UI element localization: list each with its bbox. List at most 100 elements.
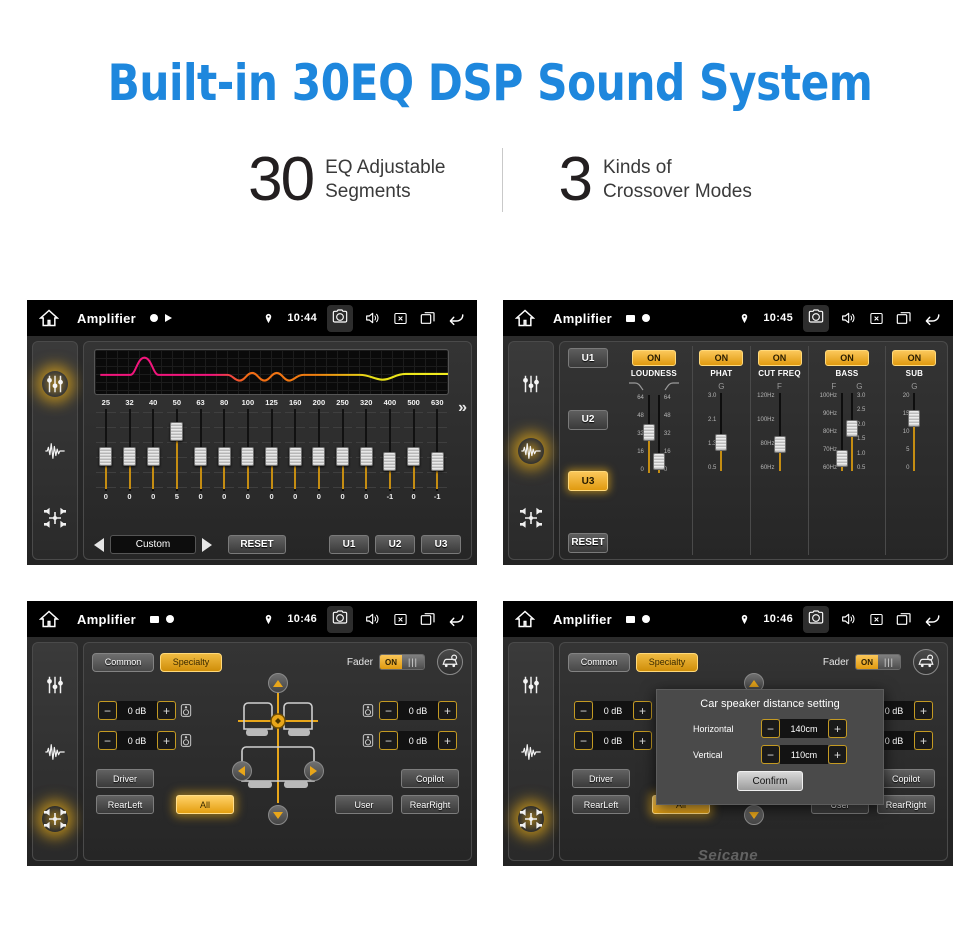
position-button-copilot[interactable]: Copilot — [877, 769, 935, 788]
car-settings-button[interactable] — [913, 649, 939, 675]
eq-slider-track[interactable] — [283, 409, 307, 491]
gain-decrease-rear-right[interactable]: − — [379, 731, 398, 750]
rail-waveform-icon[interactable] — [42, 739, 68, 765]
eq-slider[interactable]: 0 — [354, 409, 378, 505]
preset-button-u3[interactable]: U3 — [421, 535, 461, 554]
eq-slider-track[interactable] — [118, 409, 142, 491]
eq-slider-track[interactable] — [165, 409, 189, 491]
eq-slider[interactable]: 0 — [260, 409, 284, 505]
eq-slider-knob[interactable] — [146, 447, 160, 466]
eq-slider[interactable]: 0 — [236, 409, 260, 505]
eq-slider-track[interactable] — [402, 409, 426, 491]
eq-slider-knob[interactable] — [430, 452, 444, 471]
volume-icon[interactable] — [363, 309, 381, 327]
fader-toggle[interactable]: ON ||| — [379, 654, 425, 670]
dialog-confirm-button[interactable]: Confirm — [737, 771, 803, 791]
car-seat-diagram[interactable] — [234, 687, 322, 807]
eq-slider-knob[interactable] — [217, 447, 231, 466]
nav-left-button[interactable] — [231, 761, 252, 781]
preset-button-u1[interactable]: U1 — [329, 535, 369, 554]
eq-slider-knob[interactable] — [99, 447, 113, 466]
seat-diagram-wrapper[interactable] — [234, 687, 322, 807]
gain-decrease-rear-left[interactable]: − — [98, 731, 117, 750]
slider-knob[interactable] — [908, 410, 921, 427]
crossover-slider[interactable]: 64 48 32 16 0 — [637, 395, 655, 473]
rail-balance-icon[interactable] — [518, 505, 544, 531]
gain-increase-rear-right[interactable]: + — [914, 731, 933, 750]
gain-increase-front-right[interactable]: + — [914, 701, 933, 720]
crossover-slider[interactable]: 3.0 2.1 1.3 0.5 — [708, 393, 728, 471]
rail-waveform-icon[interactable] — [518, 437, 544, 464]
home-icon[interactable] — [514, 609, 537, 629]
eq-slider-knob[interactable] — [241, 447, 255, 466]
reset-button[interactable]: RESET — [228, 535, 286, 554]
crossover-slider[interactable]: 120Hz 100Hz 80Hz 60Hz — [757, 393, 786, 471]
back-icon[interactable] — [447, 610, 465, 628]
recents-icon[interactable] — [419, 610, 437, 628]
gain-increase-rear-left[interactable]: + — [157, 731, 176, 750]
eq-slider[interactable]: 0 — [141, 409, 165, 505]
rail-balance-icon[interactable] — [518, 805, 544, 832]
eq-slider-knob[interactable] — [170, 422, 184, 441]
eq-slider-track[interactable] — [307, 409, 331, 491]
home-icon[interactable] — [38, 308, 61, 328]
on-toggle-sub[interactable]: ON — [892, 350, 937, 366]
eq-slider-track[interactable] — [378, 409, 402, 491]
position-button-driver[interactable]: Driver — [96, 769, 154, 788]
volume-icon[interactable] — [839, 610, 857, 628]
nav-up-button[interactable] — [267, 673, 288, 693]
position-button-driver[interactable]: Driver — [572, 769, 630, 788]
eq-slider-knob[interactable] — [288, 447, 302, 466]
eq-slider[interactable]: 0 — [212, 409, 236, 505]
position-button-all[interactable]: All — [176, 795, 234, 814]
dialog-decrease-vertical[interactable]: − — [761, 745, 780, 764]
gain-decrease-front-left[interactable]: − — [98, 701, 117, 720]
eq-slider[interactable]: 0 — [331, 409, 355, 505]
crossover-slider[interactable]: 100Hz 90Hz 80Hz 70Hz 60Hz — [820, 393, 848, 471]
crossover-slider[interactable]: 20 15 10 5 0 — [903, 393, 921, 471]
volume-icon[interactable] — [363, 610, 381, 628]
back-icon[interactable] — [447, 309, 465, 327]
eq-slider[interactable]: 0 — [118, 409, 142, 505]
on-toggle-loudness[interactable]: ON — [631, 350, 676, 366]
next-preset-arrow[interactable] — [202, 537, 212, 552]
camera-icon[interactable] — [803, 605, 829, 633]
crossover-preset-reset[interactable]: RESET — [568, 532, 608, 553]
recents-icon[interactable] — [419, 309, 437, 327]
eq-slider[interactable]: 5 — [165, 409, 189, 505]
position-button-rearright[interactable]: RearRight — [877, 795, 935, 814]
slider-knob[interactable] — [652, 453, 665, 470]
fader-toggle-handle[interactable]: ||| — [402, 655, 424, 669]
crossover-slider[interactable]: 64 48 32 16 0 — [652, 395, 671, 473]
volume-icon[interactable] — [839, 309, 857, 327]
gain-increase-front-left[interactable]: + — [633, 701, 652, 720]
eq-slider-knob[interactable] — [359, 447, 373, 466]
gain-increase-front-right[interactable]: + — [438, 701, 457, 720]
preset-button-u2[interactable]: U2 — [375, 535, 415, 554]
rail-equalizer-icon[interactable] — [42, 672, 68, 698]
tab-common[interactable]: Common — [92, 652, 154, 672]
mute-x-icon[interactable] — [391, 309, 409, 327]
dialog-increase-horizontal[interactable]: + — [828, 719, 847, 738]
on-toggle-cut-freq[interactable]: ON — [757, 350, 802, 366]
home-icon[interactable] — [514, 308, 537, 328]
car-settings-button[interactable] — [437, 649, 463, 675]
position-button-rearright[interactable]: RearRight — [401, 795, 459, 814]
tab-specialty[interactable]: Specialty — [160, 652, 222, 672]
rail-waveform-icon[interactable] — [42, 438, 68, 464]
slider-knob[interactable] — [642, 424, 655, 441]
recents-icon[interactable] — [895, 610, 913, 628]
dialog-decrease-horizontal[interactable]: − — [761, 719, 780, 738]
back-icon[interactable] — [923, 309, 941, 327]
eq-slider-track[interactable] — [94, 409, 118, 491]
eq-slider-knob[interactable] — [383, 452, 397, 471]
eq-slider-track[interactable] — [212, 409, 236, 491]
position-button-user[interactable]: User — [335, 795, 393, 814]
slider-knob[interactable] — [715, 434, 728, 451]
eq-slider[interactable]: -1 — [425, 409, 449, 505]
position-button-rearleft[interactable]: RearLeft — [572, 795, 630, 814]
position-button-copilot[interactable]: Copilot — [401, 769, 459, 788]
on-toggle-bass[interactable]: ON — [824, 350, 869, 366]
on-toggle-phat[interactable]: ON — [699, 350, 744, 366]
crossover-preset-u2[interactable]: U2 — [568, 409, 608, 430]
